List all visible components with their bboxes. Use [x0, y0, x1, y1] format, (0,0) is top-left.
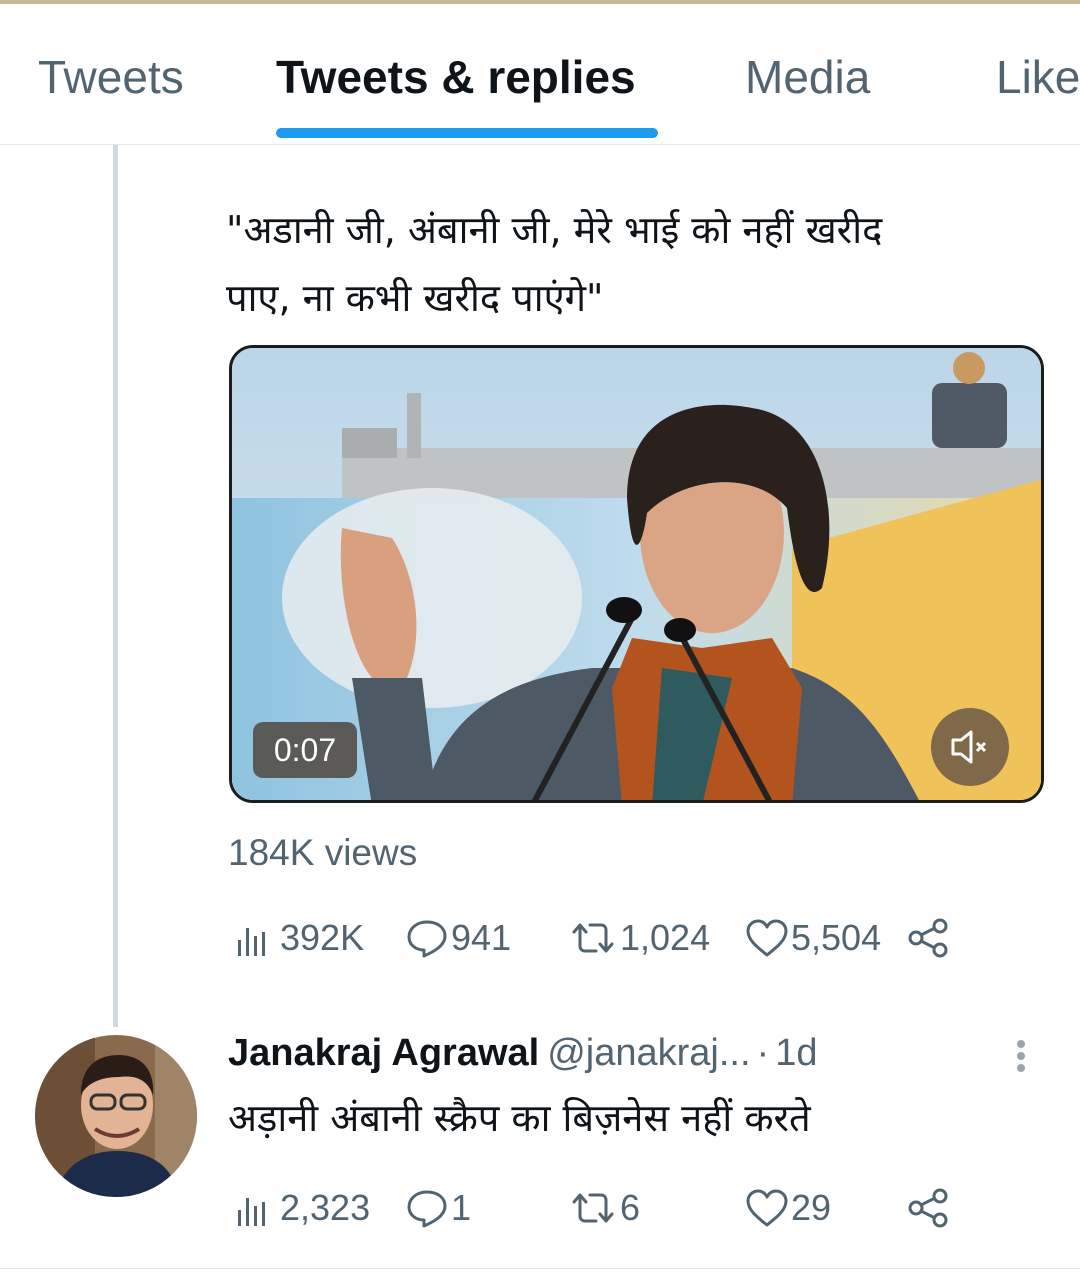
mute-button[interactable] [931, 708, 1009, 786]
tab-likes[interactable]: Like [996, 50, 1080, 104]
tweet-share-button[interactable] [904, 913, 956, 963]
reply-share-button[interactable] [904, 1183, 956, 1233]
reply-header: Janakraj Agrawal @janakraj... · 1d [228, 1032, 817, 1075]
reply-header-separator: · [756, 1032, 770, 1074]
reply-reply-count: 1 [451, 1187, 472, 1228]
tweet-reply-count: 941 [451, 917, 512, 958]
reply-retweet-count: 6 [620, 1187, 641, 1228]
reply-retweet-button[interactable]: 6 [566, 1183, 640, 1233]
tab-tweets[interactable]: Tweets [38, 50, 184, 104]
more-options-button[interactable] [1011, 1036, 1031, 1084]
reply-text: अड़ानी अंबानी स्क्रैप का बिज़नेस नहीं कर… [228, 1096, 811, 1140]
speech-bubble-icon [407, 1190, 447, 1228]
speaker-muted-icon [951, 730, 987, 764]
reply-author-handle[interactable]: @janakraj... [547, 1032, 750, 1074]
reply-timestamp[interactable]: 1d [775, 1032, 817, 1074]
reply-like-button[interactable]: 29 [743, 1183, 831, 1233]
active-tab-indicator [276, 128, 658, 138]
bar-chart-icon [238, 1198, 265, 1226]
share-nodes-icon [908, 1188, 948, 1228]
reply-author-name[interactable]: Janakraj Agrawal [228, 1032, 539, 1074]
bar-chart-icon [238, 928, 265, 956]
reply-views-stat[interactable]: 2,323 [232, 1183, 370, 1233]
tweet-views-stat[interactable]: 392K [232, 913, 364, 963]
share-nodes-icon [908, 918, 948, 958]
avatar[interactable] [35, 1035, 197, 1197]
tweet-views-count: 392K [280, 917, 365, 958]
tab-tweets-and-replies[interactable]: Tweets & replies [276, 50, 636, 104]
vertical-dots-icon [1017, 1040, 1025, 1072]
tweet-retweet-button[interactable]: 1,024 [566, 913, 710, 963]
video-duration-badge: 0:07 [253, 722, 357, 778]
heart-icon [746, 1189, 788, 1227]
reply-reply-button[interactable]: 1 [403, 1183, 471, 1233]
tweet-text: "अडानी जी, अंबानी जी, मेरे भाई को नहीं ख… [226, 196, 1056, 332]
view-count-label: 184K views [228, 832, 418, 873]
speech-bubble-icon [407, 920, 447, 958]
tweet-text-line-1: "अडानी जी, अंबानी जी, मेरे भाई को नहीं ख… [226, 208, 883, 252]
tab-media[interactable]: Media [745, 50, 870, 104]
reply-views-count: 2,323 [280, 1187, 371, 1228]
reply-like-count: 29 [791, 1187, 832, 1228]
retweet-arrows-icon [572, 923, 614, 953]
heart-icon [746, 919, 788, 957]
profile-tabs: Tweets Tweets & replies Media Like [0, 4, 1080, 145]
thread-connector-line [113, 145, 118, 1027]
tweet-like-button[interactable]: 5,504 [743, 913, 881, 963]
tweet-reply-button[interactable]: 941 [403, 913, 511, 963]
tweet-retweet-count: 1,024 [620, 917, 711, 958]
bottom-divider [0, 1268, 1080, 1269]
tweet-like-count: 5,504 [791, 917, 882, 958]
avatar-photo [35, 1035, 197, 1197]
retweet-arrows-icon [572, 1193, 614, 1223]
tweet-text-line-2: पाए, ना कभी खरीद पाएंगे" [226, 276, 604, 320]
